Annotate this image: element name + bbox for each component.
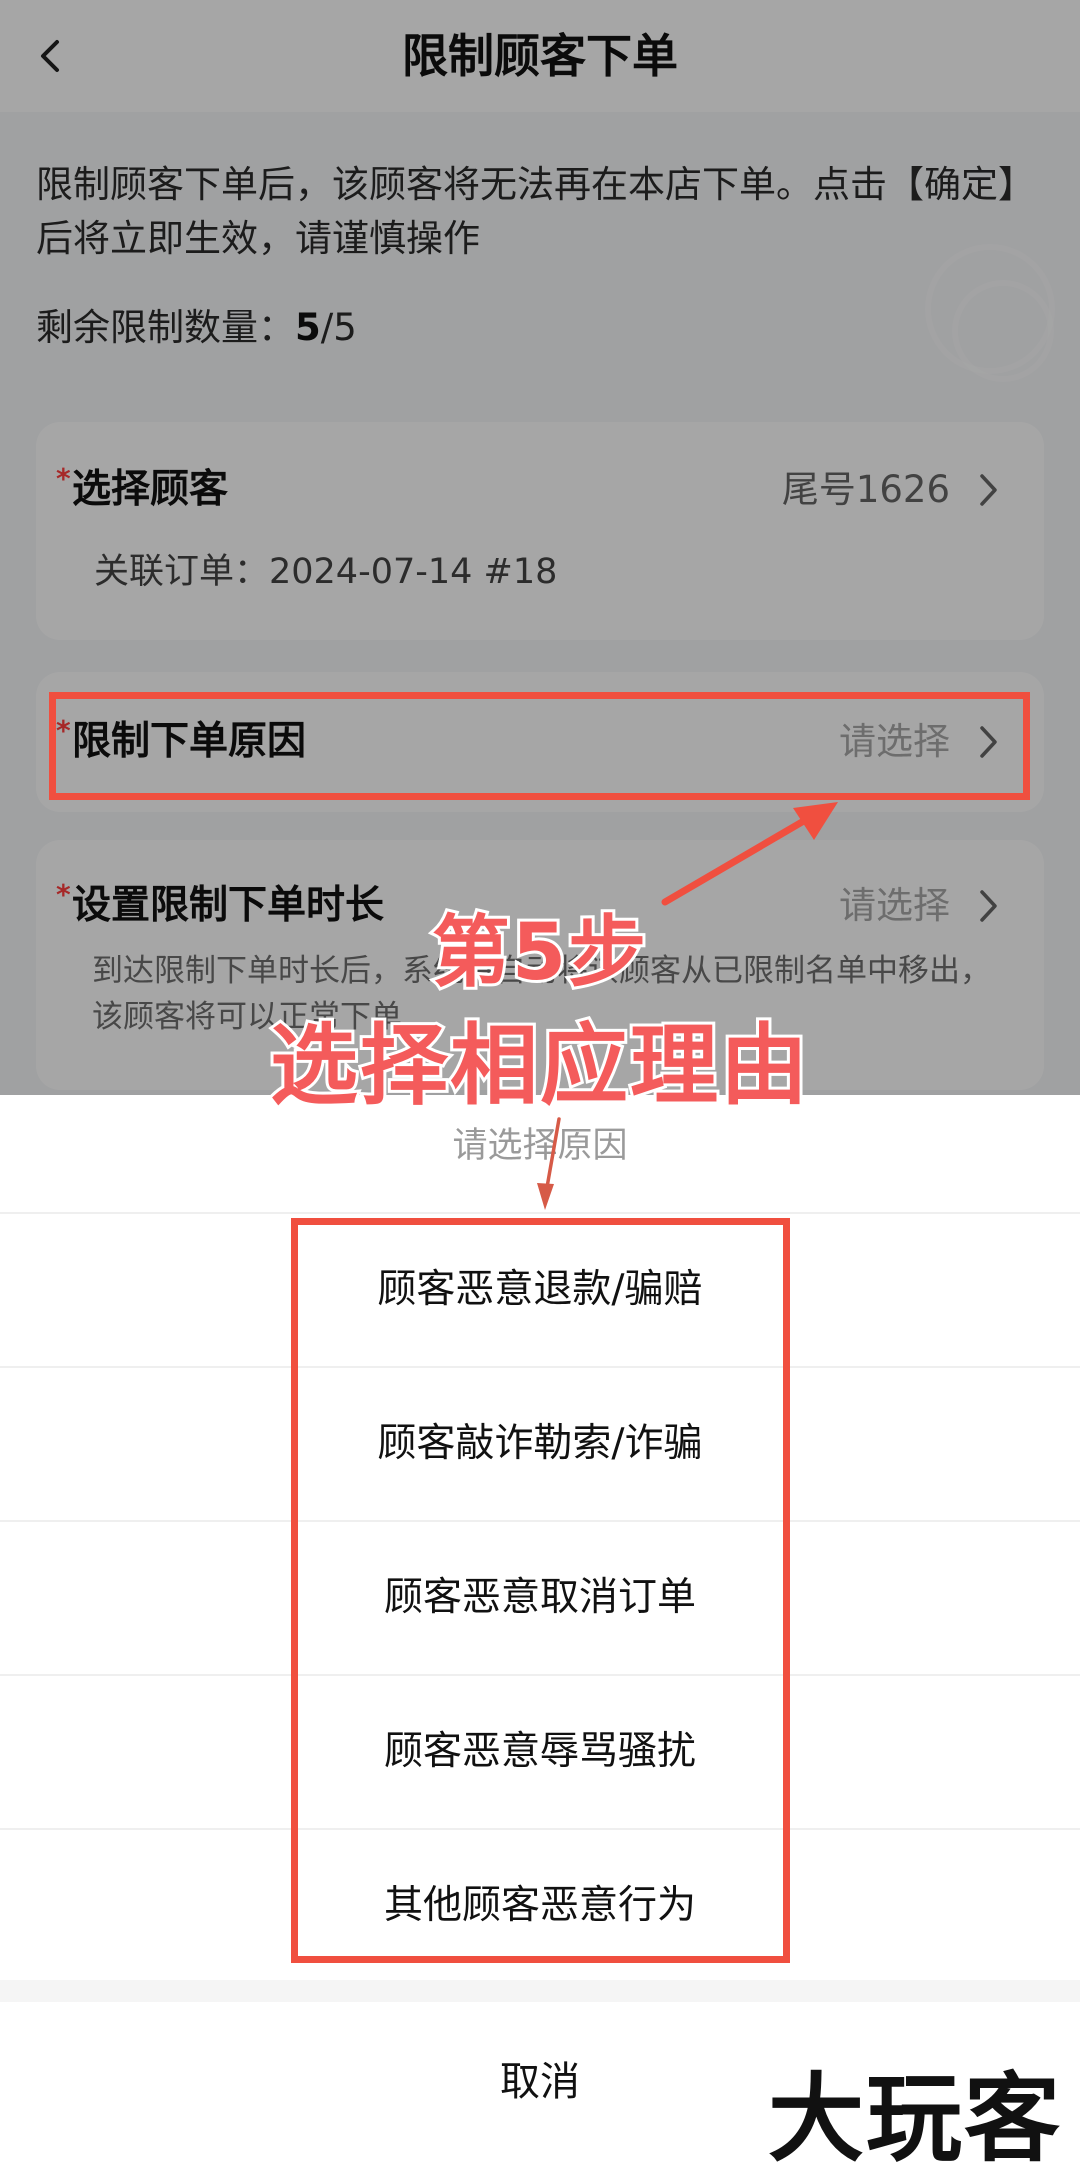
sheet-title: 请选择原因: [452, 1126, 628, 1166]
modal-overlay[interactable]: [0, 0, 1080, 1095]
screen: 限制顾客下单 限制顾客下单后，该顾客将无法再在本店下单。点击【确定】后将立即生效…: [0, 0, 1080, 2180]
sheet-gap: [0, 1980, 1080, 2002]
logo: 大玩客: [768, 2063, 1062, 2175]
reason-highlight-box: [49, 692, 1030, 800]
options-highlight-box: [291, 1218, 790, 1963]
